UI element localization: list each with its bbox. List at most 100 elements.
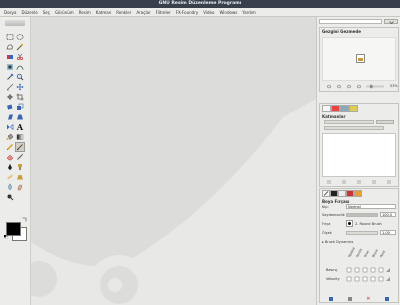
layers-opacity-slider[interactable] bbox=[324, 126, 384, 130]
tab-patterns[interactable] bbox=[338, 190, 346, 197]
raise-layer-button[interactable] bbox=[342, 180, 347, 184]
align-icon[interactable] bbox=[6, 93, 14, 101]
toolbox-handle[interactable] bbox=[5, 20, 25, 26]
tool-options-tabs bbox=[322, 190, 362, 197]
dynamics-column-headers: Opaklık Sertlik Oran Boyut Renk bbox=[344, 244, 398, 266]
free-select-icon[interactable] bbox=[6, 43, 14, 51]
chevron-down-icon bbox=[389, 20, 394, 24]
color-picker-icon[interactable] bbox=[6, 73, 14, 81]
dyn-col-rate: Oran bbox=[363, 249, 371, 258]
dyn-col-hardness: Sertlik bbox=[355, 247, 364, 258]
tab-undo[interactable] bbox=[349, 105, 358, 112]
menu-sec[interactable]: Seç bbox=[43, 10, 50, 15]
paintbrush-icon bbox=[16, 144, 23, 151]
text-icon[interactable]: A bbox=[16, 123, 24, 131]
menu-filtreler[interactable]: Filtreler bbox=[156, 10, 171, 15]
measure-icon[interactable] bbox=[6, 83, 14, 91]
blur-icon[interactable] bbox=[6, 183, 14, 191]
menu-bar: Dosya Düzenle Seç Görünüm Resim Katman R… bbox=[0, 8, 400, 17]
smudge-icon[interactable] bbox=[16, 183, 24, 191]
layers-tabs bbox=[322, 105, 358, 112]
eraser-icon[interactable] bbox=[6, 153, 14, 161]
foreground-select-icon[interactable] bbox=[6, 63, 14, 71]
scissors-select-icon[interactable] bbox=[16, 53, 24, 61]
tab-paths[interactable] bbox=[340, 105, 349, 112]
dyn-col-color: Renk bbox=[379, 249, 387, 258]
mode-label: Kip: bbox=[322, 205, 329, 209]
delete-layer-button[interactable] bbox=[386, 180, 391, 184]
new-layer-button[interactable] bbox=[327, 180, 332, 184]
menu-dosya[interactable]: Dosya bbox=[4, 10, 16, 15]
tab-layers[interactable] bbox=[322, 105, 331, 112]
dyn-row-pressure: Basınç bbox=[326, 268, 338, 272]
airbrush-icon[interactable] bbox=[16, 153, 24, 161]
navigator-thumbnail bbox=[356, 54, 365, 63]
scale-value[interactable]: 1.00 bbox=[380, 230, 396, 235]
dock-tab-selector[interactable] bbox=[319, 19, 382, 24]
navigator-zoom-buttons[interactable] bbox=[326, 84, 386, 89]
scale-slider[interactable] bbox=[346, 231, 378, 235]
heal-icon[interactable] bbox=[6, 173, 14, 181]
color-select-icon[interactable] bbox=[6, 53, 14, 61]
layers-mode-control[interactable] bbox=[324, 120, 374, 124]
ellipse-select-icon[interactable] bbox=[16, 33, 24, 41]
perspective-icon[interactable] bbox=[16, 113, 24, 121]
fuzzy-select-icon[interactable] bbox=[16, 43, 24, 51]
blend-icon[interactable] bbox=[16, 133, 24, 141]
layers-list[interactable] bbox=[322, 133, 396, 177]
navigator-preview[interactable] bbox=[322, 37, 396, 81]
bucket-fill-icon[interactable] bbox=[6, 133, 14, 141]
tab-brushes[interactable] bbox=[330, 190, 338, 197]
delete-options-icon[interactable]: ✕ bbox=[366, 296, 370, 301]
ink-icon[interactable] bbox=[6, 163, 14, 171]
window-title: GNU Resim Düzenleme Programı bbox=[158, 1, 242, 6]
pencil-icon[interactable] bbox=[6, 143, 14, 151]
opacity-slider[interactable] bbox=[346, 213, 378, 217]
menu-fx-foundry[interactable]: FX-Foundry bbox=[176, 10, 199, 15]
dynamics-checkbox-grid[interactable] bbox=[346, 267, 396, 285]
opacity-value[interactable]: 100.0 bbox=[380, 212, 396, 217]
rotate-icon[interactable] bbox=[6, 103, 14, 111]
mode-select[interactable]: Normal bbox=[346, 204, 396, 209]
paths-icon[interactable] bbox=[16, 63, 24, 71]
menu-katman[interactable]: Katman bbox=[96, 10, 111, 15]
dodge-burn-icon[interactable] bbox=[6, 193, 14, 201]
move-icon[interactable] bbox=[16, 83, 24, 91]
duplicate-layer-button[interactable] bbox=[371, 180, 376, 184]
reset-options-icon[interactable] bbox=[384, 296, 389, 301]
tab-tool-options[interactable] bbox=[322, 190, 330, 197]
shear-icon[interactable] bbox=[6, 113, 14, 121]
layers-buttons bbox=[322, 180, 396, 185]
restore-options-icon[interactable] bbox=[347, 296, 352, 301]
dock-configure-button[interactable] bbox=[384, 19, 398, 24]
menu-windows[interactable]: Windows bbox=[219, 10, 237, 15]
swap-colors-icon[interactable] bbox=[22, 217, 27, 222]
layers-opacity-spin[interactable] bbox=[376, 120, 394, 124]
flip-icon[interactable] bbox=[6, 123, 14, 131]
brush-preview[interactable] bbox=[346, 220, 353, 227]
tab-gradients[interactable] bbox=[346, 190, 354, 197]
save-options-icon[interactable] bbox=[329, 296, 334, 301]
lower-layer-button[interactable] bbox=[356, 180, 361, 184]
rect-select-icon[interactable] bbox=[6, 33, 14, 41]
menu-araclar[interactable]: Araçlar bbox=[136, 10, 150, 15]
menu-renkler[interactable]: Renkler bbox=[116, 10, 131, 15]
crop-icon[interactable] bbox=[16, 93, 24, 101]
zoom-icon[interactable] bbox=[16, 73, 24, 81]
perspective-clone-icon[interactable] bbox=[16, 173, 24, 181]
brush-label: Fırça bbox=[322, 222, 331, 226]
menu-yardim[interactable]: Yardım bbox=[242, 10, 255, 15]
tab-palettes[interactable] bbox=[354, 190, 362, 197]
menu-resim[interactable]: Resim bbox=[79, 10, 91, 15]
menu-gorunum[interactable]: Görünüm bbox=[55, 10, 74, 15]
foreground-color-swatch[interactable] bbox=[6, 222, 21, 236]
paintbrush-tool-active[interactable] bbox=[15, 142, 25, 152]
menu-duzenle[interactable]: Düzenle bbox=[21, 10, 37, 15]
scale-label: Ölçek bbox=[322, 231, 332, 235]
scale-icon[interactable] bbox=[16, 103, 24, 111]
image-canvas-area[interactable] bbox=[31, 17, 316, 305]
menu-video[interactable]: Video bbox=[203, 10, 214, 15]
clone-icon[interactable] bbox=[16, 163, 24, 171]
tool-options-panel: Boya Fırçası Kip: Normal Saydamsızlık 10… bbox=[319, 188, 399, 303]
tab-channels[interactable] bbox=[331, 105, 340, 112]
